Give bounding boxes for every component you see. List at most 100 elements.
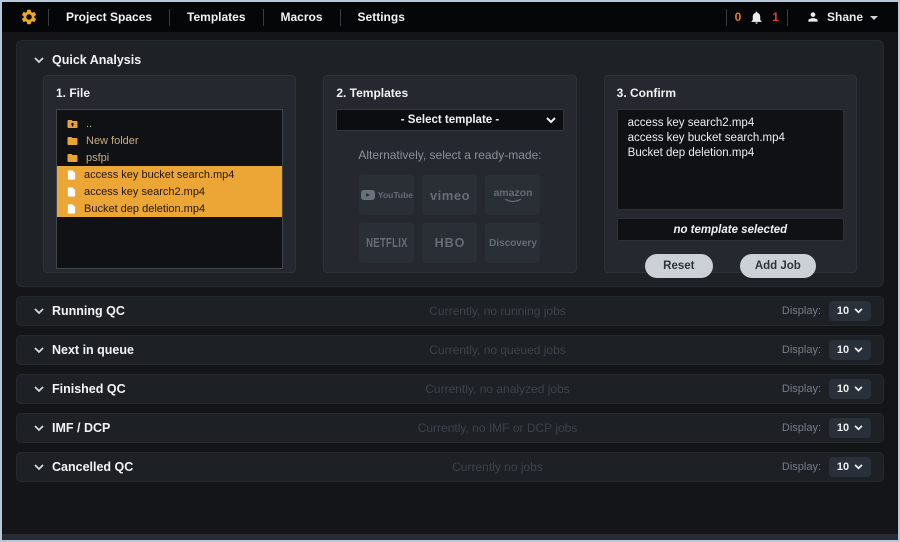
display-label: Display: xyxy=(782,305,821,317)
app-window: Project Spaces Templates Macros Settings… xyxy=(0,0,900,542)
section-empty-text: Currently, no IMF or DCP jobs xyxy=(244,421,751,435)
reset-button[interactable]: Reset xyxy=(645,254,713,278)
top-navigation-bar: Project Spaces Templates Macros Settings… xyxy=(2,2,898,32)
file-row-selected[interactable]: Bucket dep deletion.mp4 xyxy=(57,200,282,217)
section-finished-qc: Finished QC Currently, no analyzed jobs … xyxy=(16,374,884,404)
chevron-down-icon xyxy=(854,308,863,314)
notification-count-red: 1 xyxy=(772,10,779,24)
folder-icon xyxy=(66,135,79,147)
quick-analysis-title: Quick Analysis xyxy=(52,53,141,67)
template-status: no template selected xyxy=(617,218,844,241)
template-tile-hbo[interactable]: HBO xyxy=(422,223,477,263)
display-count-select[interactable]: 10 xyxy=(829,418,871,438)
file-row-folder[interactable]: New folder xyxy=(57,132,282,149)
file-row-parent-dir[interactable]: .. xyxy=(57,115,282,132)
chevron-down-icon xyxy=(34,347,44,354)
folder-up-icon xyxy=(66,118,79,130)
display-label: Display: xyxy=(782,383,821,395)
chevron-down-icon xyxy=(34,57,44,64)
section-header-running-qc[interactable]: Running QC xyxy=(34,304,244,318)
section-empty-text: Currently, no queued jobs xyxy=(244,343,751,357)
chevron-down-icon xyxy=(870,16,878,20)
display-count-select[interactable]: 10 xyxy=(829,457,871,477)
bottom-scrollbar-strip[interactable] xyxy=(2,534,898,540)
gear-logo-icon xyxy=(20,8,38,26)
app-logo[interactable] xyxy=(12,8,48,26)
file-icon xyxy=(66,203,77,215)
nav-settings[interactable]: Settings xyxy=(341,10,422,24)
section-title: Cancelled QC xyxy=(52,460,133,474)
section-empty-text: Currently no jobs xyxy=(244,460,751,474)
user-name: Shane xyxy=(827,10,863,24)
file-row-folder[interactable]: psfpi xyxy=(57,149,282,166)
section-empty-text: Currently, no running jobs xyxy=(244,304,751,318)
display-count-select[interactable]: 10 xyxy=(829,379,871,399)
nav-macros[interactable]: Macros xyxy=(264,10,340,24)
nav-templates[interactable]: Templates xyxy=(170,10,262,24)
file-row-selected[interactable]: access key search2.mp4 xyxy=(57,183,282,200)
file-icon xyxy=(66,169,77,181)
chevron-down-icon xyxy=(854,425,863,431)
confirm-file: access key search2.mp4 xyxy=(628,116,833,131)
ready-made-label: Alternatively, select a ready-made: xyxy=(336,148,563,162)
section-header-next-in-queue[interactable]: Next in queue xyxy=(34,343,244,357)
provider-tiles: YouTube vimeo amazon NETFLIX xyxy=(336,175,563,263)
template-tile-youtube[interactable]: YouTube xyxy=(359,175,414,215)
template-select[interactable]: - Select template - xyxy=(336,109,563,131)
templates-panel: 2. Templates - Select template - Alterna… xyxy=(323,75,576,273)
file-browser-list[interactable]: .. New folder psfpi xyxy=(56,109,283,269)
chevron-down-icon xyxy=(546,117,556,124)
quick-analysis-header[interactable]: Quick Analysis xyxy=(17,48,883,75)
display-label: Display: xyxy=(782,461,821,473)
template-tile-discovery[interactable]: Discovery xyxy=(485,223,540,263)
template-tile-vimeo[interactable]: vimeo xyxy=(422,175,477,215)
section-title: IMF / DCP xyxy=(52,421,110,435)
section-next-in-queue: Next in queue Currently, no queued jobs … xyxy=(16,335,884,365)
quick-analysis-section: Quick Analysis 1. File .. xyxy=(16,40,884,287)
section-header-cancelled-qc[interactable]: Cancelled QC xyxy=(34,460,244,474)
display-count-select[interactable]: 10 xyxy=(829,301,871,321)
confirm-file-list: access key search2.mp4 access key bucket… xyxy=(617,109,844,210)
user-menu[interactable]: Shane xyxy=(796,10,888,24)
templates-panel-title: 2. Templates xyxy=(336,86,563,100)
section-header-finished-qc[interactable]: Finished QC xyxy=(34,382,244,396)
display-label: Display: xyxy=(782,422,821,434)
confirm-panel: 3. Confirm access key search2.mp4 access… xyxy=(604,75,857,273)
chevron-down-icon xyxy=(34,308,44,315)
file-panel: 1. File .. New folder xyxy=(43,75,296,273)
file-row-selected[interactable]: access key bucket search.mp4 xyxy=(57,166,282,183)
section-header-imf-dcp[interactable]: IMF / DCP xyxy=(34,421,244,435)
section-title: Running QC xyxy=(52,304,125,318)
file-panel-title: 1. File xyxy=(56,86,283,100)
youtube-play-icon xyxy=(361,190,375,200)
file-row-label: .. xyxy=(86,118,92,130)
template-tile-amazon[interactable]: amazon xyxy=(485,175,540,215)
amazon-smile-icon xyxy=(504,198,522,203)
chevron-down-icon xyxy=(854,464,863,470)
chevron-down-icon xyxy=(854,386,863,392)
folder-icon xyxy=(66,152,79,164)
chevron-down-icon xyxy=(34,425,44,432)
template-select-value: - Select template - xyxy=(337,114,562,126)
bell-icon[interactable] xyxy=(749,10,764,25)
confirm-file: access key bucket search.mp4 xyxy=(628,131,833,146)
file-row-label: access key bucket search.mp4 xyxy=(84,169,234,181)
section-title: Finished QC xyxy=(52,382,126,396)
template-tile-netflix[interactable]: NETFLIX xyxy=(359,223,414,263)
confirm-file: Bucket dep deletion.mp4 xyxy=(628,146,833,161)
section-imf-dcp: IMF / DCP Currently, no IMF or DCP jobs … xyxy=(16,413,884,443)
file-row-label: Bucket dep deletion.mp4 xyxy=(84,203,205,215)
nav-divider xyxy=(787,9,788,26)
chevron-down-icon xyxy=(34,386,44,393)
display-label: Display: xyxy=(782,344,821,356)
nav-project-spaces[interactable]: Project Spaces xyxy=(49,10,169,24)
confirm-panel-title: 3. Confirm xyxy=(617,86,844,100)
notification-count-orange: 0 xyxy=(735,10,742,24)
add-job-button[interactable]: Add Job xyxy=(740,254,816,278)
main-content: Quick Analysis 1. File .. xyxy=(2,32,898,534)
user-icon xyxy=(806,10,820,24)
chevron-down-icon xyxy=(854,347,863,353)
display-count-select[interactable]: 10 xyxy=(829,340,871,360)
section-running-qc: Running QC Currently, no running jobs Di… xyxy=(16,296,884,326)
section-title: Next in queue xyxy=(52,343,134,357)
